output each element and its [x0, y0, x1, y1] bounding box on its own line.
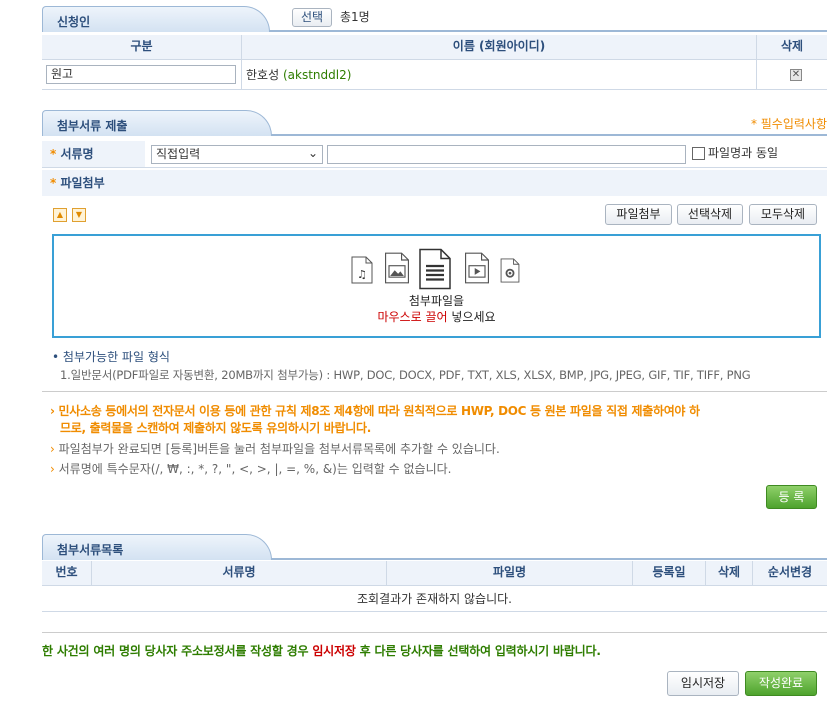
applicant-name-text: 한호성 [246, 68, 280, 82]
list-header-delete: 삭제 [706, 561, 752, 585]
formats-title: • 첨부가능한 파일 형식 [52, 350, 170, 364]
notice2-text: 파일첨부가 완료되면 [등록]버튼을 눌러 첨부파일을 첨부서류목록에 추가할 … [58, 442, 500, 456]
notice-arrow-icon: › [50, 462, 55, 476]
attach-label-text: 파일첨부 [60, 176, 105, 190]
divider [752, 561, 753, 585]
svg-text:♫: ♫ [357, 268, 367, 281]
list-header-doc-name: 서류명 [92, 561, 386, 585]
applicant-tabbar: 신청인 [42, 6, 827, 32]
list-header-number: 번호 [42, 561, 91, 585]
doc-name-label: * 서류명 [50, 147, 94, 161]
doc-name-label-text: 서류명 [60, 147, 94, 161]
divider [42, 632, 827, 633]
documents-tab-title: 첨부서류 제출 [42, 110, 272, 136]
applicant-category-field[interactable]: 원고 [46, 65, 236, 84]
list-header-order: 순서변경 [753, 561, 827, 585]
settings-file-icon [500, 258, 520, 283]
list-header-file-name: 파일명 [387, 561, 632, 585]
notice1-line1: 민사소송 등에서의 전자문서 이용 등에 관한 규칙 제8조 제4항에 따라 원… [58, 404, 701, 418]
complete-button[interactable]: 작성완료 [745, 671, 817, 696]
attach-file-button[interactable]: 파일첨부 [605, 204, 672, 225]
doc-list-tab-title: 첨부서류목록 [42, 534, 272, 560]
divider [386, 561, 387, 585]
applicant-count: 총1명 [340, 10, 370, 24]
notice-special-chars: › 서류명에 특수문자(/, ₩, :, *, ?, ", <, >, |, =… [50, 460, 451, 477]
required-note: * 필수입력사항 [750, 117, 827, 131]
same-as-filename-label: 파일명과 동일 [708, 146, 779, 160]
delete-applicant-icon[interactable]: ✕ [790, 69, 802, 81]
select-applicant-button[interactable]: 선택 [292, 8, 332, 27]
notice-register: › 파일첨부가 완료되면 [등록]버튼을 눌러 첨부파일을 첨부서류목록에 추가… [50, 440, 500, 457]
footer-notice: 한 사건의 여러 명의 당사자 주소보정서를 작성할 경우 임시저장 후 다른 … [42, 642, 601, 659]
empty-message: 조회결과가 존재하지 않습니다. [357, 592, 512, 606]
header-name: 이름 (회원아이디) [242, 35, 756, 59]
video-file-icon [465, 252, 489, 284]
audio-file-icon: ♫ [351, 256, 373, 284]
file-drop-zone[interactable]: ♫ 첨부파일을 마우스로 끌어 넣으세요 [52, 234, 821, 338]
divider [42, 585, 827, 586]
attach-row-bg [42, 170, 827, 196]
notice1-line2: 므로, 출력물을 스캔하여 제출하지 않도록 유의하시기 바랍니다. [60, 421, 372, 435]
document-file-icon [419, 248, 451, 290]
divider [632, 561, 633, 585]
divider [42, 167, 827, 168]
doc-name-input[interactable] [327, 145, 686, 164]
delete-all-button[interactable]: 모두삭제 [749, 204, 817, 225]
divider [42, 391, 827, 392]
formats-title-text: 첨부가능한 파일 형식 [62, 350, 170, 364]
footer-notice-part1: 한 사건의 여러 명의 당사자 주소보정서를 작성할 경우 [42, 644, 309, 658]
same-as-filename-checkbox[interactable] [692, 147, 705, 160]
list-header-date: 등록일 [633, 561, 705, 585]
doc-type-selected: 직접입력 [156, 147, 201, 161]
divider [241, 35, 242, 89]
notice-arrow-icon: › [50, 442, 55, 456]
applicant-tab-title: 신청인 [42, 6, 270, 32]
divider [756, 35, 757, 89]
image-file-icon [385, 252, 409, 284]
divider [42, 59, 827, 60]
footer-notice-red: 임시저장 [312, 644, 356, 658]
applicant-user-id: (akstnddl2) [282, 68, 352, 82]
notice-arrow-icon: › [50, 404, 55, 418]
documents-tabbar: 첨부서류 제출 [42, 110, 827, 136]
divider [705, 561, 706, 585]
drop-text-red: 마우스로 끌어 [377, 310, 448, 324]
attach-label: * 파일첨부 [50, 176, 105, 190]
notice3-text: 서류명에 특수문자(/, ₩, :, *, ?, ", <, >, |, =, … [58, 462, 452, 476]
delete-selected-button[interactable]: 선택삭제 [677, 204, 743, 225]
move-up-icon[interactable]: ▲ [53, 208, 67, 222]
notice-original-file: › 민사소송 등에서의 전자문서 이용 등에 관한 규칙 제8조 제4항에 따라… [50, 403, 830, 437]
header-category: 구분 [42, 35, 241, 59]
doc-type-select[interactable]: 직접입력 ⌄ [151, 145, 323, 164]
register-button[interactable]: 등 록 [766, 485, 817, 509]
applicant-name: 한호성 (akstnddl2) [246, 64, 351, 86]
doc-list-tabbar: 첨부서류목록 [42, 534, 827, 560]
divider [91, 561, 92, 585]
move-down-icon[interactable]: ▼ [72, 208, 86, 222]
header-delete: 삭제 [757, 35, 827, 59]
chevron-down-icon: ⌄ [307, 146, 318, 160]
drop-text-rest: 넣으세요 [451, 310, 496, 324]
drop-text-line2: 마우스로 끌어 넣으세요 [54, 308, 819, 325]
temp-save-button[interactable]: 임시저장 [667, 671, 739, 696]
divider [42, 611, 827, 612]
drop-text-line1: 첨부파일을 [408, 294, 465, 308]
footer-notice-part2: 후 다른 당사자를 선택하여 입력하시기 바랍니다. [359, 644, 601, 658]
divider [42, 89, 827, 90]
formats-text: 1.일반문서(PDF파일로 자동변환, 20MB까지 첨부가능) : HWP, … [60, 368, 751, 382]
